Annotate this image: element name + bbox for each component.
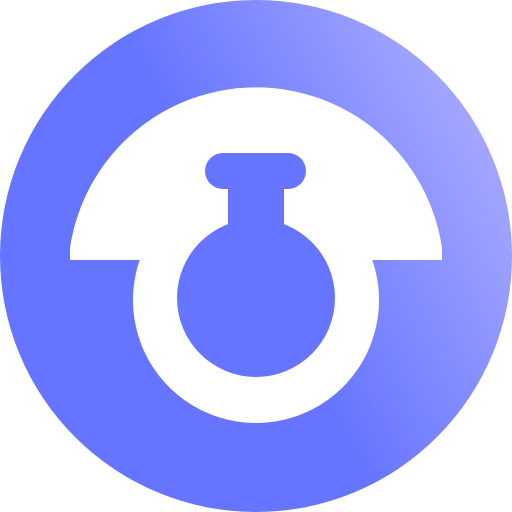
flask-logo-icon: [0, 0, 512, 512]
flask-bulb: [177, 219, 335, 377]
app-icon: [0, 0, 512, 512]
